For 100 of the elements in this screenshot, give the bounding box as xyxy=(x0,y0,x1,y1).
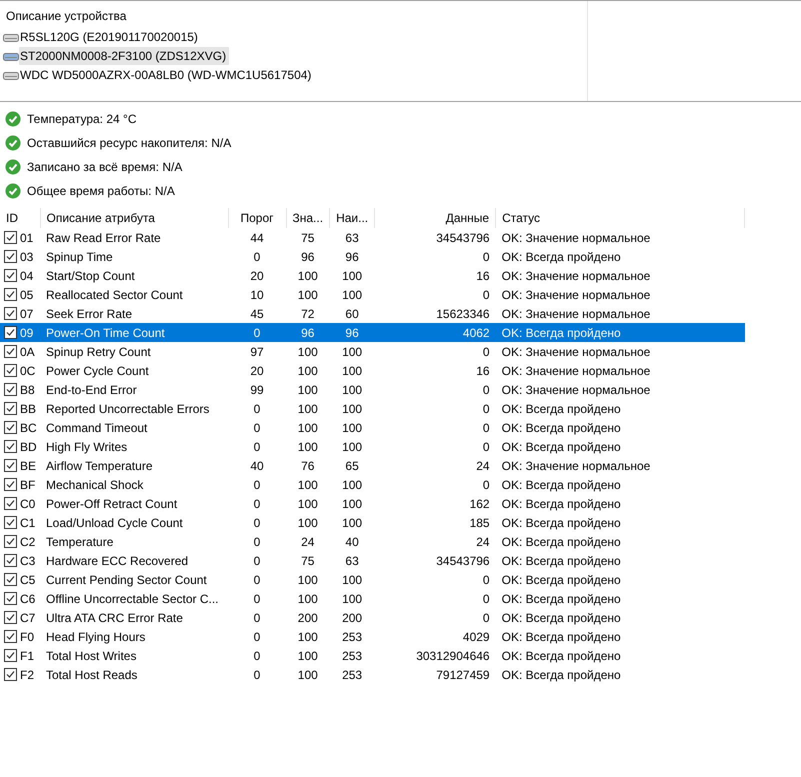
checkbox[interactable] xyxy=(4,459,17,472)
table-cell-text: High Fly Writes xyxy=(45,438,128,456)
table-cell-text: 0 xyxy=(482,286,491,304)
table-cell: C7 xyxy=(20,610,36,624)
checkbox[interactable] xyxy=(4,269,17,282)
device-item[interactable]: R5SL120G (E201901170020015) xyxy=(19,28,201,46)
column-header[interactable]: Описание атрибута xyxy=(40,208,228,228)
table-cell-text: 100 xyxy=(296,590,319,608)
table-cell-text: 16 xyxy=(475,362,491,380)
column-header[interactable]: Описание устройства xyxy=(0,5,132,27)
column-header[interactable]: Зна... xyxy=(286,208,330,228)
table-cell-text: 0 xyxy=(482,400,491,418)
table-cell: 97 xyxy=(228,342,286,361)
table-cell-text: Mechanical Shock xyxy=(45,476,144,494)
health-text: Оставшийся ресурс накопителя: N/A xyxy=(27,136,232,150)
table-cell-text: Total Host Reads xyxy=(45,666,138,684)
checkbox[interactable] xyxy=(4,592,17,605)
table-cell-text: OK: Всегда пройдено xyxy=(500,590,622,608)
checkbox[interactable] xyxy=(4,383,17,396)
table-cell-text: 100 xyxy=(296,666,319,684)
table-cell-text: 0 xyxy=(252,666,262,684)
device-item[interactable]: WDC WD5000AZRX-00A8LB0 (WD-WMC1U5617504) xyxy=(19,66,314,84)
table-cell-text: 20 xyxy=(249,268,265,284)
table-cell-text: 75 xyxy=(300,552,316,570)
table-cell-text: OK: Всегда пройдено xyxy=(500,476,622,494)
checkbox[interactable] xyxy=(4,402,17,415)
table-cell-text: 100 xyxy=(296,476,319,494)
checkbox[interactable] xyxy=(4,345,17,358)
checkbox[interactable] xyxy=(4,649,17,662)
checkbox[interactable] xyxy=(4,573,17,586)
table-cell: Seek Error Rate xyxy=(40,304,228,323)
table-cell: 44 xyxy=(228,228,286,247)
table-cell-text: 200 xyxy=(296,610,319,626)
table-cell-text: 100 xyxy=(341,382,364,398)
drive-icon xyxy=(3,32,19,42)
device-item[interactable]: ST2000NM0008-2F3100 (ZDS12XVG) xyxy=(19,46,230,64)
table-cell-text: Total Host Writes xyxy=(45,648,138,664)
table-cell-text: OK: Всегда пройдено xyxy=(500,400,622,418)
checkbox[interactable] xyxy=(4,497,17,510)
table-cell-text: OK: Значение нормальное xyxy=(500,458,652,474)
table-cell-text: 253 xyxy=(341,648,364,664)
table-cell-text: Reallocated Sector Count xyxy=(45,286,184,304)
table-cell-text: 100 xyxy=(341,400,364,418)
table-cell-text: Hardware ECC Recovered xyxy=(45,552,190,570)
table-cell-text: OK: Всегда пройдено xyxy=(500,628,622,646)
column-header[interactable]: Данные xyxy=(374,208,496,228)
table-cell-text: 0 xyxy=(482,590,491,608)
table-cell-text: 34543796 xyxy=(435,552,491,570)
table-cell-text: 0 xyxy=(252,572,262,588)
table-cell-text: 253 xyxy=(341,628,364,646)
table-cell-text: 40 xyxy=(249,458,265,474)
table-cell-text: 185 xyxy=(468,514,491,532)
checkbox[interactable] xyxy=(4,516,17,529)
checkbox[interactable] xyxy=(4,288,17,301)
table-cell-text: 0 xyxy=(252,496,262,512)
checkbox[interactable] xyxy=(4,554,17,567)
checkbox[interactable] xyxy=(4,630,17,643)
column-header[interactable]: Порог xyxy=(228,208,286,228)
table-cell: 63 xyxy=(330,228,375,247)
column-header[interactable]: Наи... xyxy=(330,208,375,228)
table-cell: 01 xyxy=(20,230,34,244)
table-cell-text: OK: Всегда пройдено xyxy=(500,248,622,266)
checkbox[interactable] xyxy=(4,364,17,377)
table-cell-text: 24 xyxy=(475,458,491,474)
table-cell: 60 xyxy=(330,304,375,323)
checkbox[interactable] xyxy=(4,440,17,453)
table-cell: 75 xyxy=(286,228,330,247)
table-cell-text: 0 xyxy=(482,420,491,436)
table-cell-text: 100 xyxy=(341,572,364,588)
table-cell-text: 0 xyxy=(252,420,262,436)
table-cell-text: 100 xyxy=(341,438,364,456)
checkbox[interactable] xyxy=(4,611,17,624)
checkbox[interactable] xyxy=(4,231,17,244)
table-cell: 0A xyxy=(20,344,35,358)
table-cell-text: 162 xyxy=(468,496,491,512)
table-cell-text: 4029 xyxy=(462,628,491,646)
checkbox[interactable] xyxy=(4,250,17,263)
checkbox[interactable] xyxy=(4,668,17,681)
table-cell: 45 xyxy=(228,304,286,323)
checkbox[interactable] xyxy=(4,307,17,320)
check-icon xyxy=(5,135,21,151)
checkbox[interactable] xyxy=(4,535,17,548)
table-cell: BB xyxy=(20,402,36,416)
table-cell-text: OK: Всегда пройдено xyxy=(500,648,622,664)
checkbox[interactable] xyxy=(4,478,17,491)
column-header[interactable]: ID xyxy=(0,208,40,228)
checkbox[interactable] xyxy=(4,421,17,434)
table-cell-text: 0 xyxy=(252,438,262,456)
column-header[interactable]: Статус xyxy=(496,208,745,228)
health-text: Температура: 24 °C xyxy=(27,112,136,126)
table-cell: B8 xyxy=(20,382,35,396)
table-cell: 96 xyxy=(330,323,375,342)
table-cell-text: Spinup Time xyxy=(45,248,114,266)
table-cell-text: 100 xyxy=(341,286,364,304)
table-cell: 05 xyxy=(20,288,34,302)
check-icon xyxy=(5,159,21,175)
checkbox[interactable] xyxy=(4,326,17,339)
table-cell-text: 0 xyxy=(252,628,262,646)
table-cell: BD xyxy=(20,440,37,454)
table-cell-text: 0 xyxy=(482,382,491,398)
